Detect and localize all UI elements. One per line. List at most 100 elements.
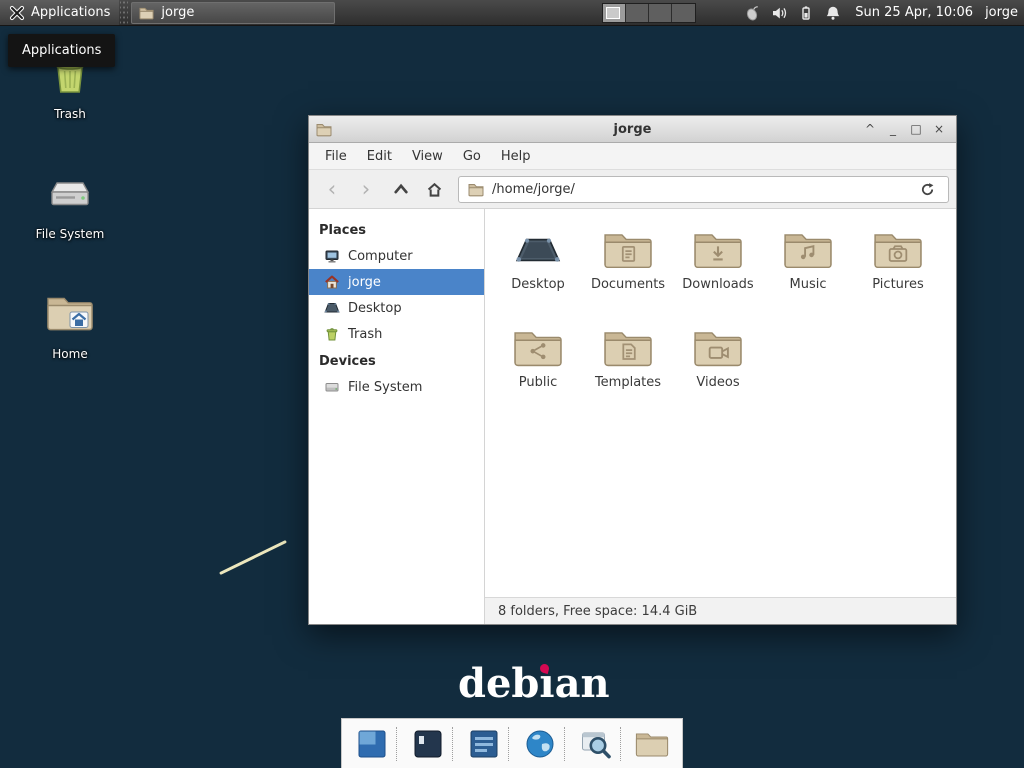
folder-item-documents[interactable]: Documents <box>583 221 673 319</box>
sidebar-item-label: Computer <box>348 249 413 264</box>
home-button[interactable] <box>418 175 450 203</box>
public-folder-icon <box>513 326 563 368</box>
panel-icon <box>468 728 500 760</box>
sidebar-item-label: File System <box>348 380 422 395</box>
sidebar-item-trash[interactable]: Trash <box>309 321 484 347</box>
close-button[interactable]: × <box>929 119 949 139</box>
reload-button[interactable] <box>915 177 939 201</box>
desktop-icon <box>324 300 340 316</box>
workspace-switcher[interactable] <box>602 3 696 23</box>
shade-button[interactable]: ^ <box>860 119 880 139</box>
home-icon <box>426 181 443 198</box>
computer-icon <box>324 248 340 264</box>
taskbar-item-jorge[interactable]: jorge <box>131 2 335 24</box>
folder-item-music[interactable]: Music <box>763 221 853 319</box>
mouse-icon[interactable] <box>744 5 760 21</box>
menu-go[interactable]: Go <box>453 145 491 168</box>
dock-file-manager-button[interactable] <box>631 723 673 765</box>
volume-icon[interactable] <box>771 5 787 21</box>
dock-terminal-button[interactable] <box>407 723 449 765</box>
menubar: File Edit View Go Help <box>309 143 956 170</box>
dock-separator <box>508 727 516 761</box>
file-manager-window: jorge ^ _ □ × File Edit View Go Help ‹ ›… <box>308 115 957 625</box>
debian-logo-text: deb <box>458 660 539 707</box>
dock-separator <box>564 727 572 761</box>
folder-item-videos[interactable]: Videos <box>673 319 763 417</box>
back-button[interactable]: ‹ <box>316 175 348 203</box>
terminal-icon <box>412 728 444 760</box>
location-bar[interactable]: /home/jorge/ <box>458 176 949 203</box>
templates-folder-icon <box>603 326 653 368</box>
globe-icon <box>524 728 556 760</box>
applications-tooltip: Applications <box>8 34 115 67</box>
music-folder-icon <box>783 228 833 270</box>
sidebar-item-desktop[interactable]: Desktop <box>309 295 484 321</box>
trash-icon <box>324 326 340 342</box>
workspace-cell[interactable] <box>603 4 626 22</box>
desktop-icon-home[interactable]: Home <box>14 290 126 361</box>
window-titlebar[interactable]: jorge ^ _ □ × <box>309 116 956 143</box>
top-panel: Applications jorge Sun 25 Apr, 10:06 jor… <box>0 0 1024 26</box>
documents-folder-icon <box>603 228 653 270</box>
panel-separator <box>120 0 128 25</box>
dock-app-finder-button[interactable] <box>575 723 617 765</box>
debian-logo-text: an <box>555 660 610 707</box>
dock-separator <box>396 727 404 761</box>
workspace-cell[interactable] <box>672 4 695 22</box>
debian-logo-i: ı <box>539 660 554 707</box>
menu-view[interactable]: View <box>402 145 453 168</box>
dock-windows-button[interactable] <box>351 723 393 765</box>
bottom-dock <box>341 718 683 768</box>
desktop-icon <box>513 228 563 270</box>
sidebar-item-label: jorge <box>348 275 381 290</box>
menu-file[interactable]: File <box>315 145 357 168</box>
taskbar-item-label: jorge <box>161 5 194 20</box>
desktop-icon-file-system[interactable]: File System <box>14 170 126 241</box>
sidebar-item-computer[interactable]: Computer <box>309 243 484 269</box>
sidebar-item-jorge[interactable]: jorge <box>309 269 484 295</box>
folder-item-pictures[interactable]: Pictures <box>853 221 943 319</box>
maximize-button[interactable]: □ <box>906 119 926 139</box>
clock[interactable]: Sun 25 Apr, 10:06 <box>855 5 973 20</box>
drive-icon <box>324 379 340 395</box>
sidebar-item-file-system[interactable]: File System <box>309 374 484 400</box>
sidebar-header-places: Places <box>309 216 484 243</box>
dock-browser-button[interactable] <box>519 723 561 765</box>
folder-item-downloads[interactable]: Downloads <box>673 221 763 319</box>
minimize-button[interactable]: _ <box>883 119 903 139</box>
drive-icon <box>46 170 94 218</box>
location-path[interactable]: /home/jorge/ <box>492 182 575 197</box>
stray-line-artifact <box>219 540 287 575</box>
user-menu[interactable]: jorge <box>985 5 1018 20</box>
folder-item-desktop[interactable]: Desktop <box>493 221 583 319</box>
workspace-cell[interactable] <box>649 4 672 22</box>
menu-edit[interactable]: Edit <box>357 145 402 168</box>
folder-item-templates[interactable]: Templates <box>583 319 673 417</box>
folder-label: Videos <box>696 375 739 390</box>
statusbar-text: 8 folders, Free space: 14.4 GiB <box>498 604 697 619</box>
menu-help[interactable]: Help <box>491 145 541 168</box>
folder-label: Templates <box>595 375 661 390</box>
windows-icon <box>356 728 388 760</box>
videos-folder-icon <box>693 326 743 368</box>
folder-label: Music <box>790 277 827 292</box>
window-body: Places Computer jorge Desktop Trash Devi… <box>309 209 956 624</box>
applications-menu-label: Applications <box>31 5 110 20</box>
folder-label: Pictures <box>872 277 923 292</box>
window-controls: ^ _ □ × <box>860 119 949 139</box>
up-button[interactable] <box>384 175 416 203</box>
workspace-cell[interactable] <box>626 4 649 22</box>
magnifier-icon <box>580 728 612 760</box>
applications-menu-button[interactable]: Applications <box>0 0 119 25</box>
dock-panel-button[interactable] <box>463 723 505 765</box>
battery-icon[interactable] <box>798 5 814 21</box>
notifications-bell-icon[interactable] <box>825 5 841 21</box>
folder-label: Downloads <box>682 277 753 292</box>
forward-button[interactable]: › <box>350 175 382 203</box>
folder-icon <box>468 181 484 197</box>
desktop-icon-label: Trash <box>54 107 86 121</box>
folder-icon <box>139 5 154 20</box>
folder-item-public[interactable]: Public <box>493 319 583 417</box>
file-icon-view[interactable]: Desktop Documents Downloads Music Pictur… <box>485 209 956 597</box>
sidebar: Places Computer jorge Desktop Trash Devi… <box>309 209 485 624</box>
